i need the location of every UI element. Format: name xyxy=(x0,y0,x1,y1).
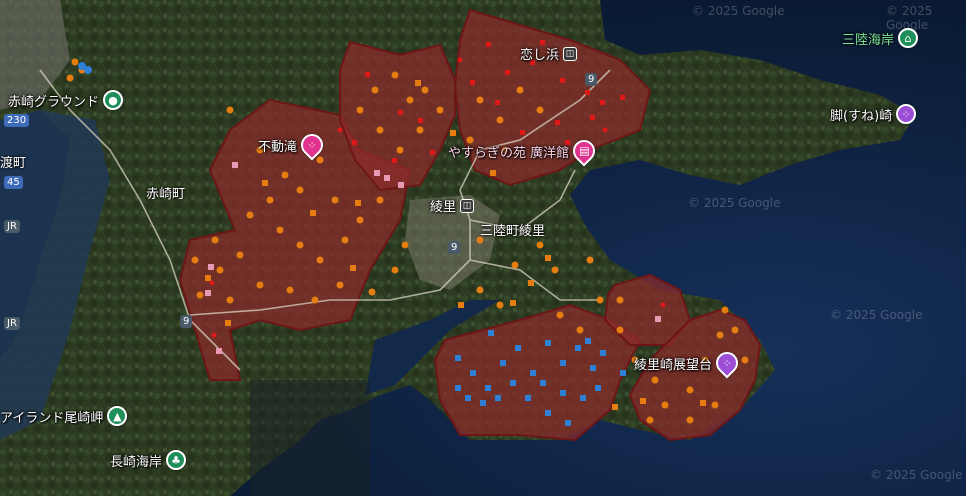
park-icon: ♣ xyxy=(166,450,187,470)
poi-label: 脚(すね)崎 xyxy=(830,108,893,124)
poi-label: 長崎海岸 xyxy=(110,454,163,470)
jr-station-badge: JR xyxy=(4,317,20,330)
sports-icon: ● xyxy=(103,90,124,110)
station-icon: ◫ xyxy=(460,198,475,213)
park-icon: ▲ xyxy=(107,406,128,426)
route-shield-9: 9 xyxy=(180,315,193,328)
park-icon: ⌂ xyxy=(898,28,919,48)
poi-label: 恋し浜 xyxy=(520,48,560,63)
place-label-watari: 渡町 xyxy=(0,156,27,171)
poi-sanriku-kaigan[interactable]: 三陸海岸 ⌂ xyxy=(842,28,919,48)
watermark: © 2025 Google xyxy=(830,308,923,322)
satellite-base xyxy=(0,0,966,496)
route-shield-45: 45 xyxy=(4,176,23,189)
poi-ryorizaki-tenbodai[interactable]: 綾里崎展望台 ⁘ xyxy=(634,347,743,379)
poi-label: アイランド尾崎岬 xyxy=(0,410,104,426)
poi-koishihama[interactable]: 恋し浜 ◫ xyxy=(520,44,578,63)
poi-island-ozaki[interactable]: アイランド尾崎岬 ▲ xyxy=(0,406,128,426)
attraction-icon: ⁘ xyxy=(296,129,328,161)
poi-label: 不動滝 xyxy=(258,139,298,155)
poi-label: 綾里 xyxy=(430,200,457,215)
hotel-icon: ▤ xyxy=(568,135,600,167)
route-shield-9: 9 xyxy=(448,241,461,254)
place-label-sanriku-ryori: 三陸町綾里 xyxy=(480,224,546,239)
poi-sune-zaki[interactable]: 脚(すね)崎 ⁘ xyxy=(830,104,917,124)
jr-station-badge: JR xyxy=(4,220,20,233)
route-shield-9: 9 xyxy=(585,73,598,86)
poi-yasuragi[interactable]: やすらぎの苑 廣洋館 ▤ xyxy=(448,135,600,167)
place-label-akasaki-cho: 赤崎町 xyxy=(146,187,186,202)
watermark: © 2025 Google xyxy=(692,4,785,18)
poi-label: 赤崎グラウンド xyxy=(8,94,100,110)
poi-fudotaki[interactable]: 不動滝 ⁘ xyxy=(258,129,328,161)
viewpoint-icon: ⁘ xyxy=(896,104,917,124)
poi-label: 三陸海岸 xyxy=(842,32,895,48)
poi-nagasaki-kaigan[interactable]: 長崎海岸 ♣ xyxy=(110,450,187,470)
map-view[interactable]: © 2025 Google © 2025 Google © 2025 Googl… xyxy=(0,0,966,496)
watermark: © 2025 Google xyxy=(688,196,781,210)
watermark: © 2025 Google xyxy=(870,468,963,482)
poi-akasaki-ground[interactable]: 赤崎グラウンド ● xyxy=(8,90,124,110)
poi-label: やすらぎの苑 廣洋館 xyxy=(448,145,570,161)
poi-ryori-station[interactable]: 綾里 ◫ xyxy=(430,196,475,215)
station-icon: ◫ xyxy=(563,46,578,61)
poi-label: 綾里崎展望台 xyxy=(634,357,713,373)
viewpoint-icon: ⁘ xyxy=(711,347,743,379)
route-shield-230: 230 xyxy=(4,114,30,127)
